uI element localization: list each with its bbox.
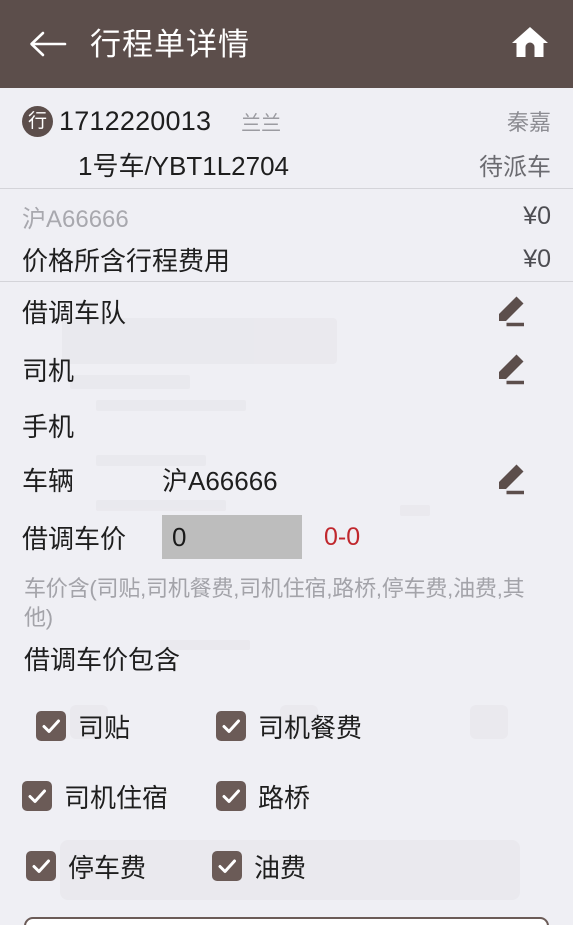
row-vehicle[interactable]: 车辆 沪A66666 bbox=[22, 452, 551, 506]
trip-badge-icon: 行 bbox=[22, 105, 53, 137]
status-badge: 待派车 bbox=[479, 153, 551, 181]
pencil-icon-fleet[interactable] bbox=[491, 292, 529, 330]
back-button-main[interactable]: 返 回 bbox=[24, 917, 549, 925]
checkbox-label: 司机餐费 bbox=[258, 712, 363, 743]
checkbox-item-driver-meal[interactable]: 司机餐费 bbox=[212, 691, 402, 761]
order-sub-name: 兰兰 bbox=[241, 112, 282, 135]
fee-trip-label: 价格所含行程费用 bbox=[22, 245, 231, 276]
footer: 返 回 bbox=[0, 901, 573, 925]
pencil-icon-vehicle[interactable] bbox=[491, 460, 529, 498]
check-icon[interactable] bbox=[216, 781, 246, 812]
row-fleet[interactable]: 借调车队 bbox=[22, 282, 551, 340]
checkbox-label: 路桥 bbox=[258, 782, 311, 813]
fee-block: 沪A66666 ¥0 价格所含行程费用 ¥0 bbox=[0, 189, 573, 281]
order-info-block: 行 1712220013 兰兰 秦嘉 1号车/YBT1L2704 待派车 bbox=[0, 88, 573, 188]
row-transfer-price: 借调车价 0-0 bbox=[0, 506, 573, 568]
order-number: 1712220013 bbox=[59, 105, 212, 136]
label-fleet: 借调车队 bbox=[22, 297, 127, 328]
home-button[interactable] bbox=[507, 21, 553, 67]
check-icon[interactable] bbox=[22, 781, 52, 812]
label-transfer-price: 借调车价 bbox=[22, 523, 127, 554]
order-primary-row: 行 1712220013 兰兰 秦嘉 bbox=[22, 88, 551, 140]
checkbox-label: 司贴 bbox=[78, 712, 131, 743]
checkbox-label: 司机住宿 bbox=[64, 782, 169, 813]
checkbox-item-driver-lodging[interactable]: 司机住宿 bbox=[22, 761, 202, 831]
label-vehicle: 车辆 bbox=[22, 465, 75, 496]
check-icon[interactable] bbox=[216, 711, 246, 742]
row-driver[interactable]: 司机 bbox=[22, 340, 551, 398]
home-icon bbox=[510, 24, 550, 65]
price-include-note: 车价含(司贴,司机餐费,司机住宿,路桥,停车费,油费,其他) bbox=[24, 576, 525, 631]
checkbox-label: 停车费 bbox=[68, 852, 147, 883]
price-range-hint: 0-0 bbox=[324, 522, 361, 551]
page-content: 行 1712220013 兰兰 秦嘉 1号车/YBT1L2704 待派车 沪A6… bbox=[0, 88, 573, 925]
include-section-title: 借调车价包含 bbox=[24, 645, 181, 676]
check-icon[interactable] bbox=[26, 851, 56, 882]
checkbox-label: 油费 bbox=[254, 852, 307, 883]
label-driver: 司机 bbox=[22, 355, 75, 386]
checkbox-item-fuel[interactable]: 油费 bbox=[212, 831, 392, 901]
include-checkbox-grid: 司贴 司机餐费 司机住宿 路桥 停车费 油费 bbox=[0, 677, 573, 901]
label-phone: 手机 bbox=[22, 411, 75, 442]
app-root: 行程单详情 行 1712220013 兰兰 秦嘉 1号车/YBT1L2704 待… bbox=[0, 0, 573, 925]
order-vehicle-row: 1号车/YBT1L2704 待派车 bbox=[22, 140, 551, 188]
pencil-icon-driver[interactable] bbox=[491, 350, 529, 388]
arrow-left-icon bbox=[27, 29, 67, 59]
order-car-label: 1号车/YBT1L2704 bbox=[78, 150, 290, 181]
order-operator: 秦嘉 bbox=[506, 110, 551, 135]
fee-row-plate: 沪A66666 ¥0 bbox=[22, 189, 551, 237]
fee-plate-label: 沪A66666 bbox=[22, 205, 129, 233]
checkbox-item-toll[interactable]: 路桥 bbox=[202, 761, 392, 831]
fee-plate-amount: ¥0 bbox=[523, 201, 551, 230]
fee-row-trip: 价格所含行程费用 ¥0 bbox=[22, 237, 551, 281]
transfer-price-input[interactable] bbox=[162, 515, 302, 559]
checkbox-item-subsidy[interactable]: 司贴 bbox=[22, 691, 212, 761]
fee-trip-amount: ¥0 bbox=[523, 244, 551, 273]
back-button[interactable] bbox=[24, 21, 70, 67]
row-phone[interactable]: 手机 bbox=[22, 398, 551, 452]
check-icon[interactable] bbox=[212, 851, 242, 882]
page-title: 行程单详情 bbox=[90, 26, 250, 62]
app-header: 行程单详情 bbox=[0, 0, 573, 88]
check-icon[interactable] bbox=[36, 711, 66, 742]
form-block: 借调车队 司机 手机 车辆 沪A66666 bbox=[0, 282, 573, 506]
checkbox-item-parking[interactable]: 停车费 bbox=[22, 831, 212, 901]
